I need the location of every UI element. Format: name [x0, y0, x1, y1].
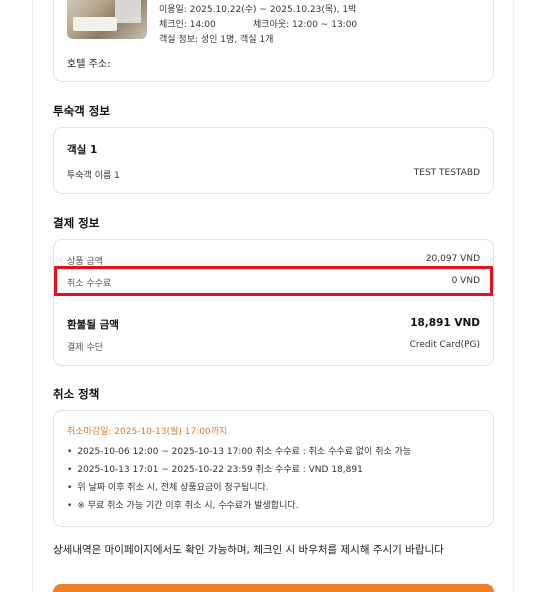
policy-item: 2025-10-13 17:01 ~ 2025-10-22 23:59 취소 수… — [67, 462, 363, 475]
checkin-time: 체크인: 14:00 — [159, 20, 216, 30]
policy-item: ※ 무료 취소 가능 기간 이후 취소 시, 수수료가 발생합니다. — [67, 498, 298, 511]
primary-action-button[interactable] — [53, 584, 494, 592]
refund-amount-label: 환불될 금액 — [67, 319, 119, 331]
hotel-address-label: 호텔 주소: — [67, 59, 111, 70]
guest-info-title: 투숙객 정보 — [53, 104, 110, 118]
payment-method-label: 결제 수단 — [67, 343, 103, 353]
room-label: 객실 1 — [67, 144, 98, 156]
voucher-notice: 상세내역은 마이페이지에서도 확인 가능하며, 체크인 시 바우처를 제시해 주… — [53, 544, 444, 556]
product-amount-value: 20,097 VND — [425, 254, 480, 264]
policy-item: 2025-10-06 12:00 ~ 2025-10-13 17:00 취소 수… — [67, 444, 411, 457]
checkout-time: 체크아웃: 12:00 ~ 13:00 — [253, 20, 358, 30]
guest-info-card: 객실 1 투숙객 이름 1 TEST TESTABD — [53, 127, 494, 194]
hotel-room-image — [67, 0, 147, 39]
cancel-deadline: 취소마감일: 2025-10-13(월) 17:00까지 — [67, 427, 228, 437]
stay-dates: 이용일: 2025.10.22(수) ~ 2025.10.23(목), 1박 — [159, 5, 357, 15]
guest-name-label: 투숙객 이름 1 — [67, 171, 120, 181]
payment-info-card: 상품 금액 20,097 VND 취소 수수료 0 VND 환불될 금액 18,… — [53, 239, 494, 366]
payment-info-title: 결제 정보 — [53, 216, 100, 230]
refund-amount-value: 18,891 VND — [410, 317, 480, 329]
guest-name-value: TEST TESTABD — [413, 168, 480, 178]
divider — [67, 300, 480, 301]
payment-method-value: Credit Card(PG) — [409, 340, 480, 350]
cancel-fee-highlight — [54, 266, 493, 296]
cancel-policy-card: 취소마감일: 2025-10-13(월) 17:00까지 2025-10-06 … — [53, 410, 494, 527]
policy-item: 위 날짜 이후 취소 시, 전체 상품요금이 청구됩니다. — [67, 480, 268, 493]
cancel-policy-title: 취소 정책 — [53, 387, 100, 401]
room-info: 객실 정보: 성인 1명, 객실 1개 — [159, 35, 274, 45]
hotel-summary-card: 이용일: 2025.10.22(수) ~ 2025.10.23(목), 1박 체… — [53, 0, 494, 82]
